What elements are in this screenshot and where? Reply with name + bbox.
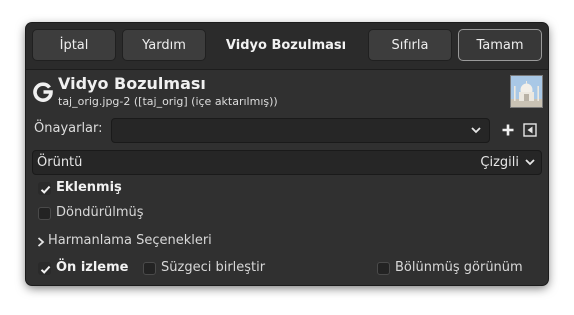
- dialog-title: Vidyo Bozulması: [225, 37, 347, 53]
- cancel-button[interactable]: İptal: [32, 29, 116, 61]
- chevron-down-icon: [471, 127, 481, 134]
- rotated-checkbox[interactable]: [38, 207, 51, 220]
- reset-button[interactable]: Sıfırla: [368, 29, 452, 61]
- header-bar: İptal Yardım Vidyo Bozulması Sıfırla Tam…: [26, 23, 548, 70]
- pattern-value: Çizgili: [480, 155, 519, 170]
- checkmark-icon: [40, 265, 51, 274]
- video-degradation-dialog: İptal Yardım Vidyo Bozulması Sıfırla Tam…: [26, 23, 548, 285]
- pattern-combo[interactable]: Örüntü Çizgili: [32, 150, 542, 175]
- additive-checkbox[interactable]: [38, 182, 51, 195]
- blending-options-expander[interactable]: Harmanlama Seçenekleri: [48, 233, 212, 248]
- split-view-checkbox[interactable]: [377, 262, 390, 275]
- preview-checkbox[interactable]: [38, 262, 51, 275]
- add-preset-icon[interactable]: [501, 123, 515, 137]
- preview-label[interactable]: Ön izleme: [56, 260, 129, 275]
- merge-filter-checkbox[interactable]: [143, 262, 156, 275]
- checkmark-icon: [40, 185, 51, 194]
- chevron-down-icon: [525, 159, 535, 166]
- ok-button[interactable]: Tamam: [458, 29, 542, 61]
- preset-menu-icon[interactable]: [523, 123, 537, 137]
- gimp-g-icon: [33, 82, 53, 102]
- chevron-right-icon[interactable]: [36, 236, 46, 248]
- presets-label: Önayarlar:: [34, 121, 103, 136]
- presets-combo[interactable]: [111, 118, 490, 143]
- operation-title: Vidyo Bozulması: [58, 74, 206, 93]
- help-button[interactable]: Yardım: [122, 29, 206, 61]
- additive-label[interactable]: Eklenmiş: [56, 180, 122, 195]
- pattern-label: Örüntü: [37, 155, 83, 170]
- merge-filter-label[interactable]: Süzgeci birleştir: [161, 260, 265, 275]
- split-view-label[interactable]: Bölünmüş görünüm: [395, 260, 523, 275]
- rotated-label[interactable]: Döndürülmüş: [56, 205, 144, 220]
- operation-subtitle: taj_orig.jpg-2 ([taj_orig] (içe aktarılm…: [58, 95, 278, 108]
- image-thumbnail: [510, 75, 543, 108]
